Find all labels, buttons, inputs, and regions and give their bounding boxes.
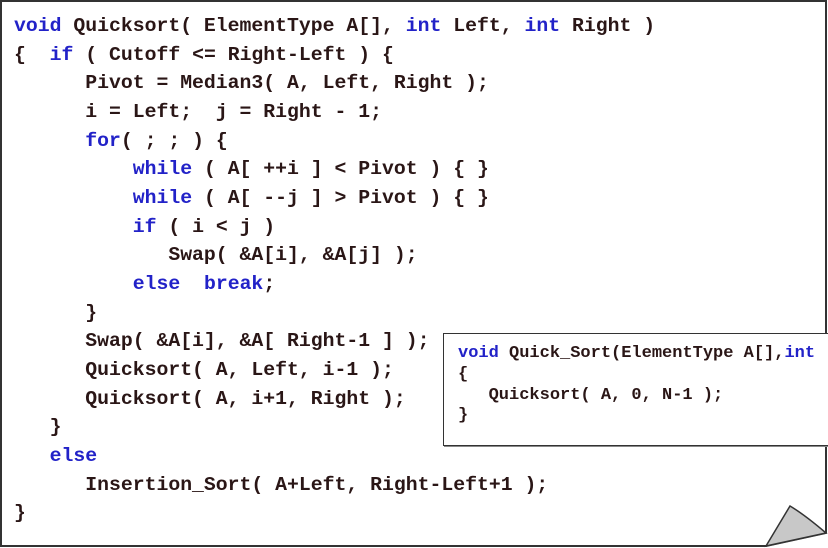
code-keyword: void	[14, 15, 62, 37]
code-text: ( Cutoff <= Right-Left ) {	[73, 43, 394, 66]
code-text: Right )	[560, 15, 656, 37]
code-keyword: while	[132, 186, 193, 209]
code-line: }	[14, 299, 655, 328]
code-line: Insertion_Sort( A+Left, Right-Left+1 );	[14, 471, 655, 500]
code-line: Pivot = Median3( A, Left, Right );	[14, 69, 655, 98]
code-text: Left,	[441, 15, 525, 37]
code-keyword: else	[132, 272, 181, 295]
code-line: Quicksort( A, 0, N-1 );	[458, 386, 815, 407]
code-text: {	[458, 364, 469, 384]
code-line: while ( A[ --j ] > Pivot ) { }	[14, 184, 655, 213]
code-keyword: int	[784, 344, 816, 363]
code-text: i = Left; j = Right - 1;	[14, 100, 382, 123]
code-text: Swap( &A[i], &A[ Right-1 ] );	[14, 330, 430, 353]
code-line: void Quick_Sort(ElementType A[],int	[458, 344, 815, 365]
code-text: Quicksort( ElementType A[],	[61, 15, 406, 37]
code-line: Swap( &A[i], &A[j] );	[14, 241, 655, 270]
code-text: Pivot = Median3( A, Left, Right );	[14, 72, 489, 95]
code-line: i = Left; j = Right - 1;	[14, 98, 655, 127]
code-line: else	[14, 442, 655, 471]
code-text: ( i < j )	[156, 215, 276, 238]
code-line: for( ; ; ) {	[14, 127, 655, 156]
code-keyword: if	[132, 215, 157, 238]
code-line: }	[14, 499, 655, 528]
code-text: }	[14, 301, 98, 324]
code-line: }	[458, 406, 815, 427]
code-keyword: break	[203, 272, 264, 295]
code-text: }	[14, 502, 26, 525]
code-text: Quicksort( A, Left, i-1 );	[14, 358, 394, 381]
code-line: if ( i < j )	[14, 213, 655, 242]
code-keyword: for	[85, 129, 121, 152]
code-text: ( A[ ++i ] < Pivot ) { }	[192, 158, 489, 181]
code-keyword: if	[49, 43, 74, 66]
quicksort-code-block: void Quicksort( ElementType A[], int Lef…	[14, 12, 655, 528]
quick-sort-driver-code: void Quick_Sort(ElementType A[],int{ Qui…	[458, 344, 815, 427]
code-keyword: else	[49, 444, 98, 467]
code-text: ( ; ; ) {	[120, 129, 228, 152]
code-text: Quick_Sort(ElementType A[],	[498, 344, 785, 363]
code-line: void Quicksort( ElementType A[], int Lef…	[14, 12, 655, 41]
code-line: {	[458, 365, 815, 386]
code-text: Quicksort( A, 0, N-1 );	[458, 385, 724, 405]
code-text: {	[14, 43, 50, 66]
quick-sort-driver-box: void Quick_Sort(ElementType A[],int{ Qui…	[443, 333, 828, 446]
code-line: while ( A[ ++i ] < Pivot ) { }	[14, 155, 655, 184]
code-keyword: int	[524, 15, 561, 37]
code-keyword: int	[405, 15, 442, 37]
code-line: else break;	[14, 270, 655, 299]
code-text: }	[14, 416, 62, 439]
code-text: ;	[263, 272, 276, 295]
code-keyword: while	[132, 158, 193, 181]
code-line: { if ( Cutoff <= Right-Left ) {	[14, 41, 655, 70]
code-text: }	[458, 406, 469, 426]
code-keyword: void	[458, 344, 499, 363]
code-text: Insertion_Sort( A+Left, Right-Left+1 );	[14, 473, 549, 496]
code-text: Quicksort( A, i+1, Right );	[14, 387, 406, 410]
code-text: Swap( &A[i], &A[j] );	[14, 244, 418, 267]
code-text: ( A[ --j ] > Pivot ) { }	[192, 186, 489, 209]
